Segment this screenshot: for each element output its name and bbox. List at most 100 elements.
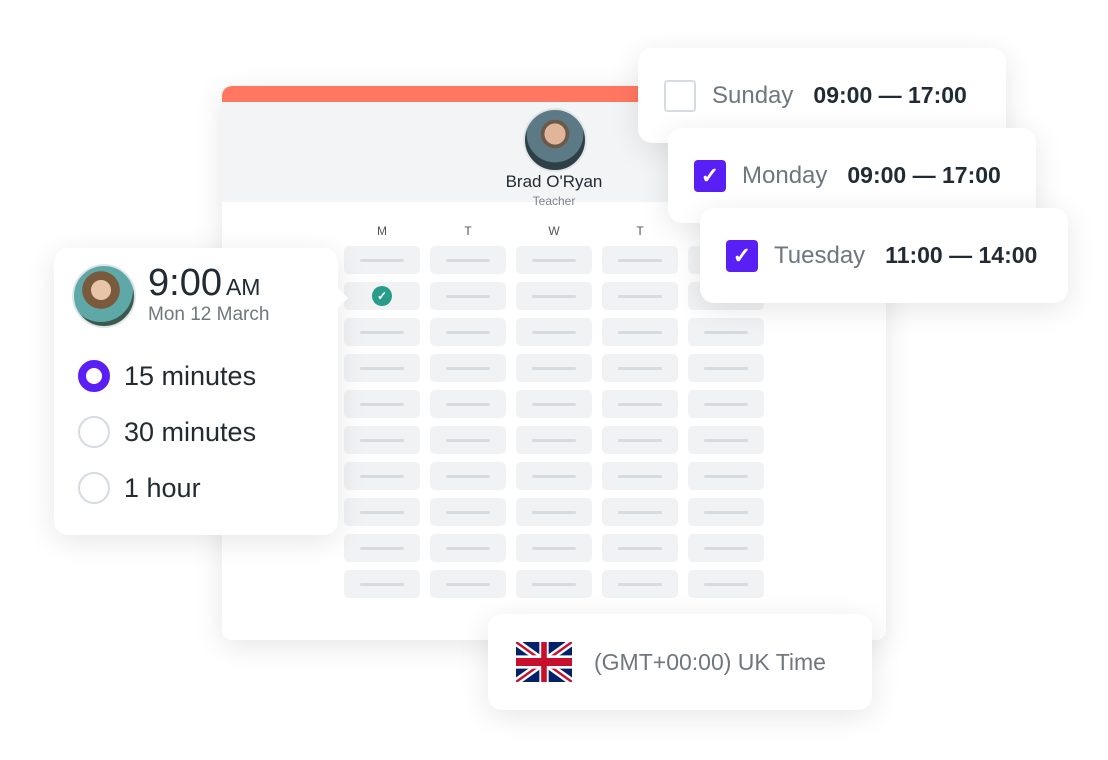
day-hours: 09:00 — 17:00 [847, 162, 1001, 188]
slot-placeholder [704, 475, 748, 478]
checkbox-checked-icon[interactable]: ✓ [694, 159, 726, 192]
time-slot[interactable] [430, 498, 506, 526]
time-slot[interactable] [688, 534, 764, 562]
time-slot[interactable] [344, 246, 420, 274]
slot-placeholder [704, 403, 748, 406]
slot-placeholder [446, 403, 490, 406]
slot-placeholder [532, 439, 576, 442]
slot-placeholder [446, 547, 490, 550]
student-avatar [72, 264, 136, 328]
time-slot[interactable] [602, 354, 678, 382]
slot-placeholder [532, 367, 576, 370]
time-slot[interactable] [344, 318, 420, 346]
time-slot[interactable] [430, 246, 506, 274]
time-slot[interactable] [602, 534, 678, 562]
slot-placeholder [360, 439, 404, 442]
day-header: T [636, 224, 644, 238]
time-slot[interactable] [344, 426, 420, 454]
time-slot[interactable] [516, 246, 592, 274]
slot-placeholder [446, 511, 490, 514]
day-hours: 11:00 — 14:00 [885, 242, 1038, 268]
timezone-selector[interactable]: (GMT+00:00) UK Time [488, 614, 872, 710]
slot-placeholder [618, 547, 662, 550]
time-slot[interactable] [430, 318, 506, 346]
slot-placeholder [446, 583, 490, 586]
timezone-label: (GMT+00:00) UK Time [594, 648, 826, 675]
slot-placeholder [704, 583, 748, 586]
time-slot[interactable] [430, 462, 506, 490]
duration-option-15[interactable]: 15 minutes [78, 360, 256, 392]
time-slot[interactable] [516, 498, 592, 526]
time-slot[interactable] [688, 390, 764, 418]
duration-option-60[interactable]: 1 hour [78, 472, 201, 504]
slot-placeholder [446, 475, 490, 478]
time-slot[interactable] [430, 390, 506, 418]
time-slot[interactable] [688, 426, 764, 454]
availability-tuesday[interactable]: ✓ Tuesday 11:00 — 14:00 [700, 208, 1068, 303]
time-slot[interactable] [344, 534, 420, 562]
time-slot[interactable] [344, 570, 420, 598]
time-slot[interactable] [344, 462, 420, 490]
time-slot[interactable] [344, 498, 420, 526]
time-slot[interactable] [430, 426, 506, 454]
option-label: 15 minutes [124, 360, 257, 391]
time-slot[interactable] [688, 498, 764, 526]
slot-placeholder [360, 331, 404, 334]
time-slot[interactable]: ✓ [344, 282, 420, 310]
time-slot[interactable] [688, 462, 764, 490]
booking-date: Mon 12 March [148, 304, 270, 325]
time-slot[interactable] [516, 462, 592, 490]
day-name: Tuesday [774, 241, 866, 269]
time-slot[interactable] [602, 570, 678, 598]
time-slot[interactable] [688, 354, 764, 382]
time-slot[interactable] [602, 426, 678, 454]
slot-placeholder [532, 583, 576, 586]
radio-icon[interactable] [78, 472, 110, 504]
time-slot[interactable] [602, 462, 678, 490]
time-slot[interactable] [516, 318, 592, 346]
slot-placeholder [360, 259, 404, 262]
time-slot[interactable] [344, 390, 420, 418]
checkbox-unchecked-icon[interactable] [664, 79, 696, 112]
time-slot[interactable] [516, 354, 592, 382]
time-slot[interactable] [344, 354, 420, 382]
time-slot[interactable] [430, 282, 506, 310]
time-slot[interactable] [430, 570, 506, 598]
slot-placeholder [446, 367, 490, 370]
radio-icon[interactable] [78, 416, 110, 448]
check-circle-icon: ✓ [372, 286, 392, 306]
slot-placeholder [360, 367, 404, 370]
teacher-avatar [523, 108, 587, 172]
checkbox-checked-icon[interactable]: ✓ [726, 239, 758, 272]
slot-placeholder [360, 403, 404, 406]
slot-placeholder [532, 403, 576, 406]
duration-option-30[interactable]: 30 minutes [78, 416, 256, 448]
slot-placeholder [360, 547, 404, 550]
time-slot[interactable] [602, 390, 678, 418]
day-hours: 09:00 — 17:00 [813, 82, 967, 108]
slot-placeholder [618, 367, 662, 370]
slot-placeholder [532, 259, 576, 262]
slot-placeholder [704, 547, 748, 550]
slot-placeholder [446, 331, 490, 334]
time-slot[interactable] [430, 354, 506, 382]
slot-placeholder [446, 259, 490, 262]
time-slot[interactable] [516, 426, 592, 454]
time-slot[interactable] [602, 498, 678, 526]
time-slot[interactable] [688, 570, 764, 598]
time-slot[interactable] [516, 390, 592, 418]
radio-selected-icon[interactable] [78, 360, 110, 392]
time-slot[interactable] [516, 570, 592, 598]
time-slot[interactable] [602, 246, 678, 274]
time-slot[interactable] [430, 534, 506, 562]
slot-placeholder [618, 439, 662, 442]
time-slot[interactable] [602, 282, 678, 310]
time-slot[interactable] [602, 318, 678, 346]
day-header: W [548, 224, 560, 238]
slot-placeholder [532, 511, 576, 514]
time-slot[interactable] [688, 318, 764, 346]
day-name: Monday [742, 161, 828, 189]
option-label: 30 minutes [124, 416, 257, 447]
time-slot[interactable] [516, 282, 592, 310]
time-slot[interactable] [516, 534, 592, 562]
